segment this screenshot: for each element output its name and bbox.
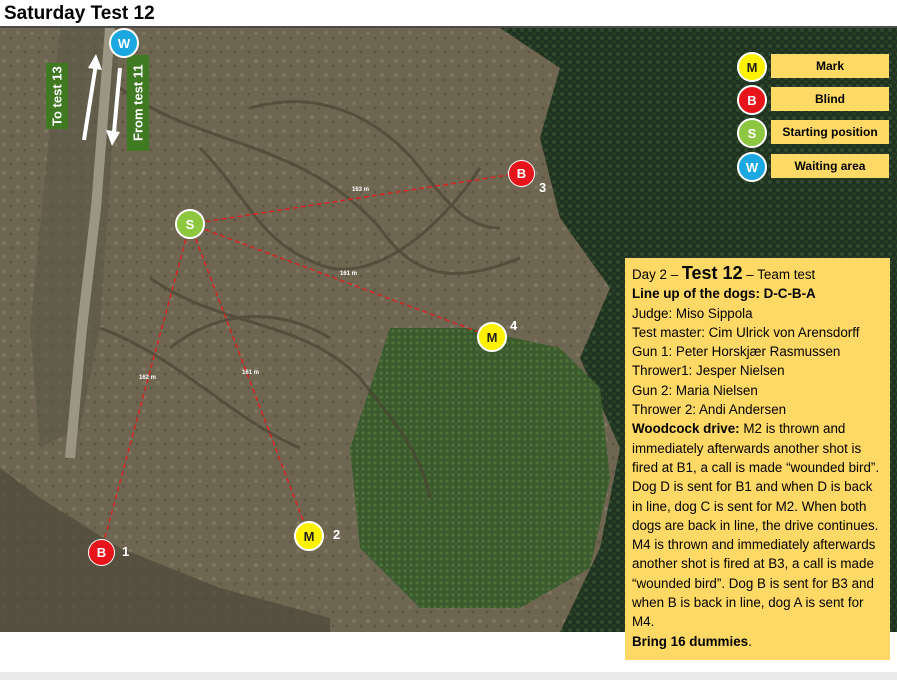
distance-label-b3: 163 m (352, 187, 370, 193)
legend-mark-label: Mark (771, 54, 889, 78)
distance-label-m2: 161 m (242, 370, 260, 376)
blind-b3-marker[interactable]: B (508, 160, 535, 187)
starting-position-marker[interactable]: S (175, 209, 205, 239)
legend-waiting-label: Waiting area (771, 154, 889, 178)
thrower-1: Thrower1: Jesper Nielsen (632, 363, 785, 379)
dummies-end: . (748, 633, 752, 649)
info-heading: Day 2 – Test 12 – Team test (632, 263, 883, 284)
dummies-text: Bring 16 dummies (632, 633, 749, 649)
drive-label: Woodcock drive: (632, 421, 740, 437)
test-master: Test master: Cim Ulrick von Arensdorff (632, 324, 860, 340)
legend-blind-label: Blind (771, 87, 889, 111)
test-info-panel: Day 2 – Test 12 – Team test Line up of t… (625, 258, 890, 660)
road-sign-from-test-11: From test 11 (127, 55, 149, 151)
mark-m4-marker[interactable]: M (477, 322, 507, 352)
legend-start-icon: S (737, 118, 767, 148)
mark-m2-marker[interactable]: M (294, 521, 324, 551)
direction-arrows-icon (82, 54, 122, 146)
day-prefix: Day 2 – (632, 267, 682, 282)
judge: Judge: Miso Sippola (632, 305, 753, 321)
dummies-note: Bring 16 dummies. (632, 632, 883, 651)
lineup: Line up of the dogs: D-C-B-A (632, 286, 816, 302)
page-title: Saturday Test 12 (4, 3, 155, 24)
mark-m4-number: 4 (510, 318, 518, 333)
legend-blind-icon: B (737, 85, 767, 115)
test-name: Test 12 (681, 263, 743, 283)
day-suffix: – Team test (742, 267, 816, 282)
blind-b3-number: 3 (539, 180, 547, 195)
waiting-area-marker[interactable]: W (109, 28, 139, 58)
blind-b1-number: 1 (122, 544, 130, 559)
gun-2: Gun 2: Maria Nielsen (632, 382, 758, 398)
drive-text: M2 is thrown and immediately afterwards … (632, 421, 880, 630)
legend-mark-icon: M (737, 52, 767, 82)
legend-start-label: Starting position (771, 120, 889, 144)
gun-1: Gun 1: Peter Horskjær Rasmussen (632, 344, 841, 360)
distance-label-m4: 161 m (340, 271, 358, 277)
distance-label-b1: 162 m (139, 375, 157, 381)
blind-b1-marker[interactable]: B (88, 539, 115, 566)
bottom-bar (0, 672, 897, 680)
legend-waiting-icon: W (737, 152, 767, 182)
drive-description: Woodcock drive: M2 is thrown and immedia… (632, 419, 883, 631)
mark-m2-number: 2 (333, 527, 341, 542)
road-sign-to-test-13: To test 13 (46, 63, 68, 129)
thrower-2: Thrower 2: Andi Andersen (632, 402, 787, 418)
